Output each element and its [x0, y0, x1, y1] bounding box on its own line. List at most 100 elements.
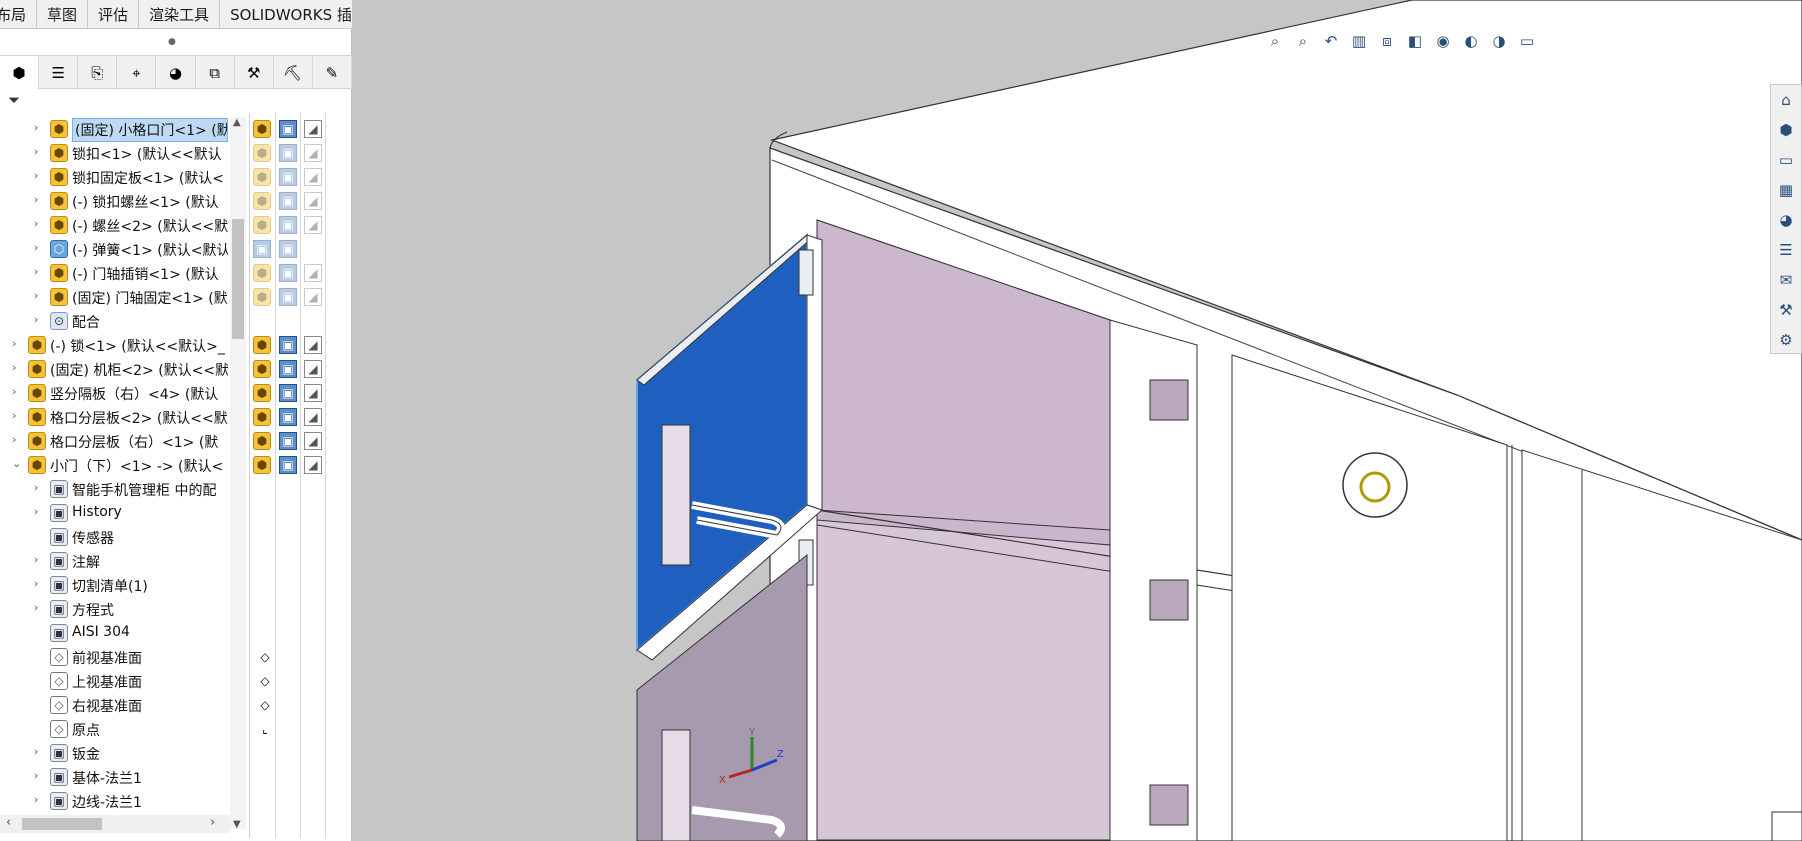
expand-arrow-icon[interactable]: › — [34, 481, 46, 494]
tree-item[interactable]: ◇ 前视基准面 ◇ — [0, 645, 352, 669]
section-view-icon[interactable]: ▥ — [1348, 32, 1370, 50]
hide-show-icon[interactable]: ◉ — [1432, 32, 1454, 50]
expand-arrow-icon[interactable]: › — [12, 433, 24, 446]
display-state-icon[interactable]: ▣ — [279, 456, 297, 474]
appearance-state-icon[interactable]: ◢ — [304, 336, 322, 354]
expand-arrow-icon[interactable]: › — [34, 145, 46, 158]
expand-arrow-icon[interactable]: › — [34, 169, 46, 182]
filter-icon[interactable]: ⏷ — [8, 91, 34, 117]
appearance-state-icon[interactable]: ◢ — [304, 456, 322, 474]
display-state-icon[interactable]: ▣ — [279, 120, 297, 138]
appearance-state-icon[interactable]: ◢ — [304, 264, 322, 282]
scroll-up-icon[interactable]: ▲ — [233, 117, 241, 128]
scroll-right-icon[interactable]: › — [210, 815, 215, 830]
display-state-icon[interactable]: ▣ — [279, 360, 297, 378]
tree-item[interactable]: › ▣ 边线-法兰1 — [0, 789, 352, 813]
tree-item[interactable]: ⌄ ⬢ 小门（下）<1> -> (默认< ⬢ ▣ ◢ — [0, 453, 352, 477]
display-state-icon[interactable]: ▣ — [279, 408, 297, 426]
cam-feature-tree-icon[interactable]: ⧉ — [196, 56, 235, 89]
tree-item[interactable]: › ▣ 基体-法兰1 — [0, 765, 352, 789]
scrollbar-thumb[interactable] — [22, 818, 102, 830]
expand-arrow-icon[interactable]: › — [34, 577, 46, 590]
tree-item[interactable]: › ⬢ (固定) 小格口门<1> (默 ⬢ ▣ ◢ — [0, 117, 352, 142]
display-state-icon[interactable]: ▣ — [279, 288, 297, 306]
home-icon[interactable]: ⌂ — [1771, 85, 1801, 115]
plane-visibility-icon[interactable]: ◇ — [256, 696, 274, 714]
graphics-area[interactable]: ⌕ ⌕ ↶ ▥ ⧈ ◧ ◉ ◐ ◑ ▭ Y X Z — [352, 0, 1802, 841]
component-state-icon[interactable]: ⬢ — [253, 408, 271, 426]
design-library-icon[interactable]: ⬢ — [1771, 115, 1801, 145]
view-orientation-icon[interactable]: ⧈ — [1376, 32, 1398, 50]
tree-item[interactable]: › ⬢ (-) 门轴插销<1> (默认 ⬢ ▣ ◢ — [0, 261, 352, 285]
toolbox-icon[interactable]: ⚒ — [1771, 295, 1801, 325]
tree-item[interactable]: ◇ 右视基准面 ◇ — [0, 693, 352, 717]
panel-grip[interactable]: ● — [168, 37, 176, 47]
component-state-icon[interactable]: ⬢ — [253, 264, 271, 282]
component-state-icon[interactable]: ⬢ — [253, 432, 271, 450]
component-state-icon[interactable]: ⬢ — [253, 336, 271, 354]
expand-arrow-icon[interactable]: › — [34, 121, 46, 134]
display-style-icon[interactable]: ◧ — [1404, 32, 1426, 50]
expand-arrow-icon[interactable]: › — [34, 601, 46, 614]
tree-item[interactable]: › ▣ 钣金 — [0, 741, 352, 765]
tree-item[interactable]: ◇ 原点 ⌞ — [0, 717, 352, 741]
component-state-icon[interactable]: ⬢ — [253, 120, 271, 138]
tree-item[interactable]: › ▣ History — [0, 501, 352, 525]
tree-item[interactable]: › ▣ 切割清单(1) — [0, 573, 352, 597]
component-state-icon[interactable]: ⬢ — [253, 384, 271, 402]
tree-item[interactable]: › ⬢ 锁扣<1> (默认<<默认 ⬢ ▣ ◢ — [0, 141, 352, 165]
component-state-icon[interactable]: ⬢ — [253, 168, 271, 186]
expand-arrow-icon[interactable]: › — [34, 553, 46, 566]
display-manager-icon[interactable]: ◕ — [156, 56, 196, 89]
expand-arrow-icon[interactable]: › — [12, 337, 24, 350]
component-state-icon[interactable]: ⬢ — [253, 144, 271, 162]
tree-item[interactable]: › ▣ 注解 — [0, 549, 352, 573]
tree-item[interactable]: › ⬢ 竖分隔板（右）<4> (默认 ⬢ ▣ ◢ — [0, 381, 352, 405]
display-state-icon[interactable]: ▣ — [279, 432, 297, 450]
apply-scene-icon[interactable]: ◑ — [1488, 32, 1510, 50]
tree-item[interactable]: › ⬢ (-) 锁<1> (默认<<默认>_ ⬢ ▣ ◢ — [0, 333, 352, 357]
display-state-icon[interactable]: ▣ — [279, 144, 297, 162]
display-state-icon[interactable]: ▣ — [279, 384, 297, 402]
cam-tool-tree-icon[interactable]: ⛏ — [274, 56, 313, 89]
resources-icon[interactable]: ⚙ — [1771, 325, 1801, 355]
expand-arrow-icon[interactable]: › — [34, 193, 46, 206]
previous-view-icon[interactable]: ↶ — [1320, 32, 1342, 50]
origin-visibility-icon[interactable]: ⌞ — [256, 720, 274, 738]
tree-item[interactable]: › ⬢ (固定) 门轴固定<1> (默 ⬢ ▣ ◢ — [0, 285, 352, 309]
ribbon-tab[interactable]: 布局 — [0, 0, 38, 29]
tree-item[interactable]: › ⊙ 配合 — [0, 309, 352, 333]
expand-arrow-icon[interactable]: › — [34, 505, 46, 518]
ribbon-tab[interactable]: 草图 — [37, 0, 89, 29]
tree-item[interactable]: › ⬡ (-) 弹簧<1> (默认<默认 ▣ ▣ — [0, 237, 352, 261]
appearance-state-icon[interactable]: ◢ — [304, 120, 322, 138]
collapse-arrow-icon[interactable]: ⌄ — [12, 457, 24, 470]
expand-arrow-icon[interactable]: › — [12, 409, 24, 422]
feature-manager-icon[interactable]: ⬢ — [0, 56, 40, 89]
appearance-state-icon[interactable]: ◢ — [304, 216, 322, 234]
zoom-to-fit-icon[interactable]: ⌕ — [1264, 32, 1286, 50]
custom-properties-icon[interactable]: ☰ — [1771, 235, 1801, 265]
tree-item[interactable]: › ⬢ 锁扣固定板<1> (默认< ⬢ ▣ ◢ — [0, 165, 352, 189]
component-state-icon[interactable]: ⬢ — [253, 216, 271, 234]
component-state-icon[interactable]: ⬢ — [253, 192, 271, 210]
dimxpert-icon[interactable]: ⌖ — [117, 56, 157, 89]
display-state-icon[interactable]: ▣ — [279, 336, 297, 354]
tree-item[interactable]: ◇ 上视基准面 ◇ — [0, 669, 352, 693]
appearance-state-icon[interactable]: ◢ — [304, 384, 322, 402]
configuration-manager-icon[interactable]: ⎘ — [78, 56, 118, 89]
file-explorer-icon[interactable]: ▭ — [1771, 145, 1801, 175]
appearance-state-icon[interactable]: ◢ — [304, 288, 322, 306]
display-state-icon[interactable]: ▣ — [279, 264, 297, 282]
expand-arrow-icon[interactable]: › — [34, 745, 46, 758]
appearance-state-icon[interactable]: ◢ — [304, 360, 322, 378]
component-state-icon[interactable]: ⬢ — [253, 360, 271, 378]
expand-arrow-icon[interactable]: › — [12, 385, 24, 398]
appearance-state-icon[interactable]: ◢ — [304, 432, 322, 450]
display-state-icon[interactable]: ▣ — [279, 168, 297, 186]
tree-item[interactable]: › ▣ 方程式 — [0, 597, 352, 621]
scroll-left-icon[interactable]: ‹ — [6, 815, 11, 830]
expand-arrow-icon[interactable]: › — [34, 289, 46, 302]
expand-arrow-icon[interactable]: › — [34, 241, 46, 254]
display-state-icon[interactable]: ▣ — [279, 192, 297, 210]
